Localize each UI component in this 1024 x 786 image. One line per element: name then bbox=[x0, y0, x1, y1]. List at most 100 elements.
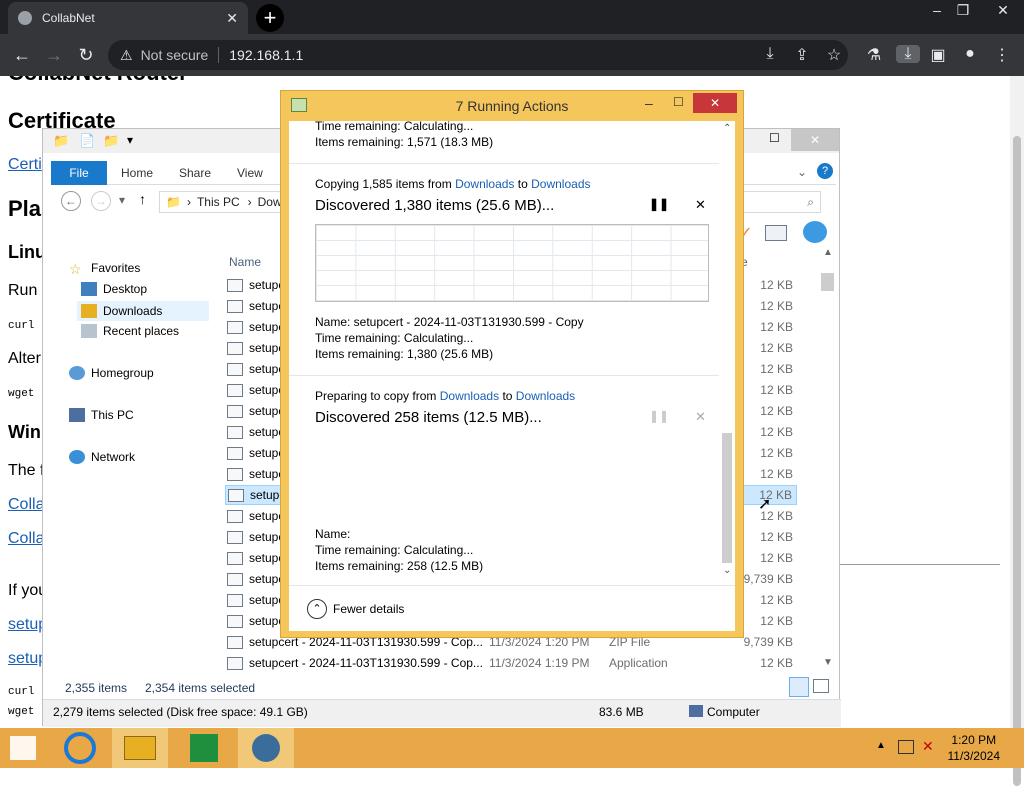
tree-favorites[interactable]: ☆ Favorites bbox=[69, 261, 140, 277]
new-folder-icon[interactable]: 📁 bbox=[103, 133, 119, 149]
menu-icon[interactable]: ⋮ bbox=[992, 45, 1012, 65]
scroll-thumb[interactable] bbox=[722, 433, 732, 563]
network-icon bbox=[69, 450, 85, 464]
running-actions-dialog: 7 Running Actions – ☐ ✕ Time remaining: … bbox=[280, 90, 744, 638]
page-scrollbar[interactable] bbox=[1010, 76, 1024, 786]
close-tab-icon[interactable]: ✕ bbox=[226, 10, 238, 27]
tab-view[interactable]: View bbox=[237, 161, 263, 185]
cert-link[interactable]: Certi bbox=[8, 156, 42, 174]
dialog-body: Time remaining: Calculating... Items rem… bbox=[289, 119, 735, 631]
file-tab[interactable]: File bbox=[51, 161, 107, 185]
profile-icon[interactable]: ● bbox=[960, 45, 980, 63]
op2-source-link[interactable]: Downloads bbox=[440, 389, 499, 403]
back-icon[interactable]: ← bbox=[61, 191, 81, 211]
restore-window-button[interactable]: ❐ bbox=[946, 0, 980, 22]
pause-icon[interactable]: ❚❚ bbox=[649, 197, 669, 211]
warning-icon: ⚠ bbox=[120, 46, 133, 63]
minimize-button[interactable]: – bbox=[645, 95, 653, 111]
network-status-icon[interactable] bbox=[898, 740, 914, 754]
details-view-icon[interactable] bbox=[789, 677, 809, 697]
file-size: 12 KB bbox=[760, 530, 793, 544]
maximize-button[interactable]: ☐ bbox=[673, 95, 684, 109]
scroll-down-icon[interactable]: ▼ bbox=[823, 657, 833, 668]
up-arrow-icon[interactable]: ↑ bbox=[139, 191, 146, 207]
new-tab-button[interactable]: + bbox=[256, 4, 284, 32]
op2-dest-link[interactable]: Downloads bbox=[516, 389, 575, 403]
help-icon[interactable]: ? bbox=[817, 163, 833, 179]
tree-homegroup[interactable]: Homegroup bbox=[69, 366, 154, 380]
globe-icon bbox=[18, 11, 32, 25]
file-list-scrollbar[interactable]: ▲ ▼ bbox=[819, 247, 836, 671]
downloads-icon[interactable]: ⤓ bbox=[896, 45, 920, 63]
homegroup-icon bbox=[69, 366, 85, 380]
download-page-icon[interactable]: ⤓ bbox=[760, 45, 780, 63]
scroll-thumb[interactable] bbox=[1013, 136, 1021, 786]
folder-icon: 📁 bbox=[166, 195, 181, 209]
op2-status: Discovered 258 items (12.5 MB)... bbox=[315, 409, 542, 426]
op0-items: Items remaining: 1,571 (18.3 MB) bbox=[315, 135, 494, 149]
file-icon bbox=[227, 383, 243, 397]
tab-share[interactable]: Share bbox=[179, 161, 211, 185]
tree-desktop[interactable]: Desktop bbox=[81, 282, 147, 296]
cancel-icon[interactable]: ✕ bbox=[695, 197, 706, 213]
tree-this-pc[interactable]: This PC bbox=[69, 408, 134, 422]
scroll-up-icon[interactable]: ▲ bbox=[823, 247, 833, 258]
fewer-details-button[interactable]: ⌃ Fewer details bbox=[289, 585, 735, 631]
crumb-downloads[interactable]: Dow bbox=[258, 195, 282, 209]
recent-dropdown-icon[interactable]: ▾ bbox=[119, 193, 125, 207]
browser-tab[interactable]: CollabNet ✕ bbox=[8, 2, 248, 34]
share-icon[interactable]: ⇪ bbox=[792, 45, 812, 65]
maximize-button[interactable]: ☐ bbox=[769, 131, 780, 145]
table-row[interactable]: setupcert - 2024-11-03T131930.599 - Cop.… bbox=[225, 653, 797, 673]
op2-name: Name: bbox=[315, 527, 351, 541]
pause-icon[interactable]: ❚❚ bbox=[649, 409, 669, 423]
collab-link-2[interactable]: Colla bbox=[8, 530, 44, 548]
reload-icon[interactable]: ↻ bbox=[70, 45, 102, 66]
scroll-down-icon[interactable]: ⌄ bbox=[723, 565, 731, 576]
scroll-up-icon[interactable]: ⌃ bbox=[723, 123, 731, 134]
tree-downloads[interactable]: Downloads bbox=[77, 301, 209, 321]
selected-count: 2,354 items selected bbox=[145, 681, 256, 695]
column-header-name[interactable]: Name bbox=[229, 255, 261, 269]
crumb-this-pc[interactable]: This PC bbox=[197, 195, 240, 209]
computer-icon bbox=[69, 408, 85, 422]
tab-home[interactable]: Home bbox=[121, 161, 153, 185]
cancel-icon[interactable]: ✕ bbox=[695, 409, 706, 425]
customize-dropdown-icon[interactable]: ▾ bbox=[127, 133, 133, 147]
tab-title: CollabNet bbox=[42, 11, 95, 25]
the-text: The f bbox=[8, 462, 45, 479]
tree-recent-places[interactable]: Recent places bbox=[81, 324, 179, 338]
labs-icon[interactable]: ⚗ bbox=[864, 45, 884, 65]
store-icon[interactable] bbox=[190, 734, 218, 762]
large-icons-view-icon[interactable] bbox=[813, 679, 829, 693]
tree-network[interactable]: Network bbox=[69, 450, 135, 464]
close-button[interactable]: ✕ bbox=[693, 93, 737, 113]
collab-link-1[interactable]: Colla bbox=[8, 496, 44, 514]
file-explorer-taskbar-button[interactable] bbox=[112, 728, 168, 768]
shell-icon[interactable] bbox=[803, 221, 827, 243]
forward-icon[interactable]: → bbox=[38, 45, 70, 66]
dialog-scrollbar[interactable]: ⌃ ⌄ bbox=[719, 121, 735, 581]
close-button[interactable]: ✕ bbox=[791, 129, 839, 151]
file-icon bbox=[227, 446, 243, 460]
copy-taskbar-button[interactable] bbox=[238, 728, 294, 768]
not-secure-label: Not secure bbox=[140, 47, 209, 63]
close-window-button[interactable]: ✕ bbox=[986, 0, 1020, 22]
search-input[interactable]: ⌕ bbox=[731, 191, 821, 213]
forward-icon[interactable]: → bbox=[91, 191, 111, 211]
internet-explorer-icon[interactable] bbox=[64, 732, 96, 764]
op1-dest-link[interactable]: Downloads bbox=[531, 177, 590, 191]
rename-icon[interactable] bbox=[765, 225, 787, 241]
scroll-thumb[interactable] bbox=[821, 273, 834, 291]
side-panel-icon[interactable]: ▣ bbox=[928, 45, 948, 65]
bookmark-star-icon[interactable]: ☆ bbox=[824, 45, 844, 65]
omnibox[interactable]: ⚠ Not secure 192.168.1.1 bbox=[108, 40, 848, 70]
clock[interactable]: 1:20 PM 11/3/2024 bbox=[948, 732, 1001, 764]
chevron-down-icon[interactable]: ⌄ bbox=[797, 165, 807, 179]
op1-source-link[interactable]: Downloads bbox=[455, 177, 514, 191]
volume-muted-icon[interactable]: ✕ bbox=[922, 738, 934, 755]
properties-icon[interactable]: 📄 bbox=[79, 133, 95, 149]
start-icon[interactable] bbox=[10, 736, 36, 760]
back-icon[interactable]: ← bbox=[6, 45, 38, 66]
show-hidden-icons-icon[interactable]: ▲ bbox=[876, 740, 886, 751]
